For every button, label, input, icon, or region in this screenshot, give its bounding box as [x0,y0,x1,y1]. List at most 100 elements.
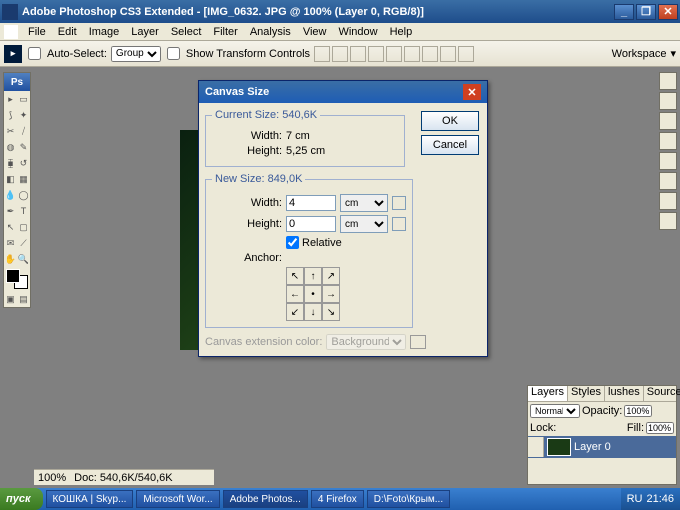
visibility-icon[interactable] [528,437,544,457]
anchor-cell[interactable]: • [304,285,322,303]
align-icon[interactable] [458,46,474,62]
quickmask-tool[interactable]: ▣ [4,291,17,307]
menu-edit[interactable]: Edit [52,26,83,38]
align-icon[interactable] [440,46,456,62]
anchor-cell[interactable]: ↓ [304,303,322,321]
dodge-tool[interactable]: ◯ [17,187,30,203]
gradient-tool[interactable]: ▦ [17,171,30,187]
close-button[interactable]: ✕ [658,4,678,20]
dialog-titlebar[interactable]: Canvas Size ✕ [199,81,487,103]
anchor-cell[interactable]: ↘ [322,303,340,321]
clock[interactable]: 21:46 [646,493,674,505]
shape-tool[interactable]: ▢ [17,219,30,235]
brush-tool[interactable]: ✎ [17,139,30,155]
anchor-cell[interactable]: ↑ [304,267,322,285]
dock-icon[interactable] [659,172,677,190]
layer-thumbnail[interactable] [547,438,571,456]
ok-button[interactable]: OK [421,111,479,131]
start-button[interactable]: пуск [0,488,43,510]
auto-select-checkbox[interactable] [28,47,41,60]
layer-name[interactable]: Layer 0 [574,441,611,453]
stamp-tool[interactable]: ⧯ [4,155,17,171]
taskbar-item[interactable]: D:\Foto\Крым... [367,490,450,508]
eyedrop-tool[interactable]: ⟋ [17,235,30,251]
dock-icon[interactable] [659,212,677,230]
workspace-label[interactable]: Workspace [612,48,667,60]
anchor-cell[interactable]: ↗ [322,267,340,285]
menu-help[interactable]: Help [384,26,419,38]
width-unit-select[interactable]: cm [340,194,388,212]
menu-filter[interactable]: Filter [207,26,243,38]
screenmode-tool[interactable]: ▤ [17,291,30,307]
type-tool[interactable]: T [17,203,30,219]
new-height-input[interactable] [286,216,336,232]
align-icon[interactable] [368,46,384,62]
dock-icon[interactable] [659,132,677,150]
relative-checkbox[interactable] [286,236,299,249]
layer-row[interactable]: Layer 0 [528,436,676,458]
tab-layers[interactable]: Layers [528,386,568,401]
lasso-tool[interactable]: ⟆ [4,107,17,123]
dock-icon[interactable] [659,72,677,90]
height-unit-select[interactable]: cm [340,215,388,233]
auto-select-dropdown[interactable]: Group [111,46,161,62]
align-icon[interactable] [332,46,348,62]
dock-icon[interactable] [659,192,677,210]
eraser-tool[interactable]: ◧ [4,171,17,187]
show-transform-checkbox[interactable] [167,47,180,60]
crop-tool[interactable]: ✂ [4,123,17,139]
notes-tool[interactable]: ✉ [4,235,17,251]
taskbar-item[interactable]: Adobe Photos... [223,490,308,508]
fg-color[interactable] [6,269,20,283]
link-icon[interactable] [392,217,406,231]
dock-icon[interactable] [659,112,677,130]
blend-mode-select[interactable]: Normal [530,404,580,418]
blur-tool[interactable]: 💧 [4,187,17,203]
menu-view[interactable]: View [297,26,333,38]
menu-layer[interactable]: Layer [125,26,165,38]
path-tool[interactable]: ↖ [4,219,17,235]
menu-select[interactable]: Select [165,26,208,38]
history-tool[interactable]: ↺ [17,155,30,171]
menu-analysis[interactable]: Analysis [244,26,297,38]
anchor-cell[interactable]: ↖ [286,267,304,285]
align-icon[interactable] [404,46,420,62]
zoom-tool[interactable]: 🔍 [17,251,30,267]
anchor-cell[interactable]: → [322,285,340,303]
dialog-close-button[interactable]: ✕ [463,84,481,100]
anchor-cell[interactable]: ← [286,285,304,303]
taskbar-item[interactable]: Microsoft Wor... [136,490,219,508]
hand-tool[interactable]: ✋ [4,251,17,267]
fill-input[interactable] [646,422,674,434]
minimize-button[interactable]: _ [614,4,634,20]
menu-image[interactable]: Image [83,26,126,38]
menu-file[interactable]: File [22,26,52,38]
language-indicator[interactable]: RU [627,493,643,505]
align-icon[interactable] [422,46,438,62]
tab-styles[interactable]: Styles [568,386,605,401]
marquee-tool[interactable]: ▭ [17,91,30,107]
maximize-button[interactable]: ❐ [636,4,656,20]
wand-tool[interactable]: ✦ [17,107,30,123]
taskbar-item[interactable]: 4 Firefox [311,490,364,508]
tab-brushes[interactable]: lushes [605,386,644,401]
cancel-button[interactable]: Cancel [421,135,479,155]
dock-icon[interactable] [659,152,677,170]
zoom-level[interactable]: 100% [38,472,66,484]
align-icon[interactable] [314,46,330,62]
color-swatch[interactable] [4,267,30,291]
new-width-input[interactable] [286,195,336,211]
pen-tool[interactable]: ✒ [4,203,17,219]
slice-tool[interactable]: ⧸ [17,123,30,139]
dock-icon[interactable] [659,92,677,110]
align-icon[interactable] [386,46,402,62]
workspace-dropdown-icon[interactable]: ▾ [670,47,676,60]
link-icon[interactable] [392,196,406,210]
heal-tool[interactable]: ◍ [4,139,17,155]
move-tool[interactable]: ▸ [4,91,17,107]
tab-source[interactable]: Source [644,386,680,401]
anchor-cell[interactable]: ↙ [286,303,304,321]
taskbar-item[interactable]: КОШКА | Skyp... [46,490,134,508]
align-icon[interactable] [350,46,366,62]
opacity-input[interactable] [624,405,652,417]
